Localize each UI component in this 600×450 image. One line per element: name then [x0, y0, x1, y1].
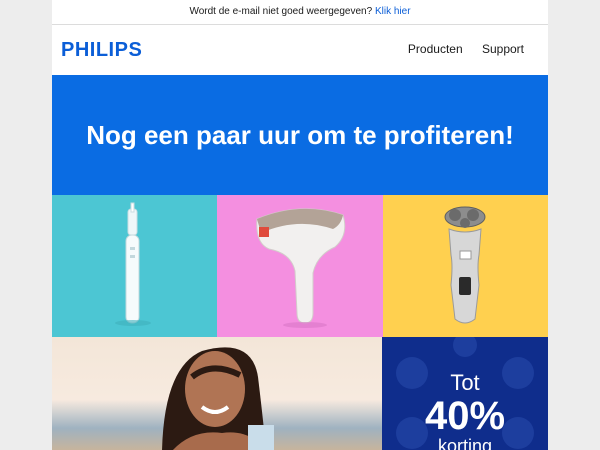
hero-headline: Nog een paar uur om te profiteren! — [86, 119, 514, 150]
promo-korting: korting — [437, 436, 493, 450]
nav-link-support[interactable]: Support — [482, 42, 524, 56]
woman-portrait-image — [162, 347, 274, 450]
top-nav: Producten Support — [392, 42, 524, 56]
email-header: PHILIPS Producten Support — [52, 25, 548, 75]
preheader-bar: Wordt de e-mail niet goed weergegeven? K… — [52, 0, 548, 25]
ipl-device-image — [256, 208, 346, 328]
preheader-text: Wordt de e-mail niet goed weergegeven? — [189, 6, 373, 17]
lifestyle-photo[interactable] — [52, 337, 382, 450]
toothbrush-image — [115, 202, 151, 326]
email-container: Wordt de e-mail niet goed weergegeven? K… — [52, 0, 548, 450]
product-tile-shaver[interactable] — [382, 195, 548, 337]
nav-link-producten[interactable]: Producten — [408, 42, 463, 56]
view-in-browser-link[interactable]: Klik hier — [375, 6, 411, 17]
hero-banner[interactable]: Nog een paar uur om te profiteren! — [52, 75, 548, 195]
discount-promo[interactable]: Tot 40% korting — [382, 337, 548, 450]
product-tile-toothbrush[interactable] — [52, 195, 218, 337]
product-tile-ipl[interactable] — [217, 195, 383, 337]
promo-tot: Tot — [450, 370, 480, 395]
product-tiles — [52, 195, 548, 337]
shaver-image — [444, 206, 486, 324]
philips-logo[interactable]: PHILIPS — [61, 39, 142, 62]
promo-percentage: 40% — [424, 394, 506, 438]
bottom-row: Tot 40% korting — [52, 337, 548, 450]
